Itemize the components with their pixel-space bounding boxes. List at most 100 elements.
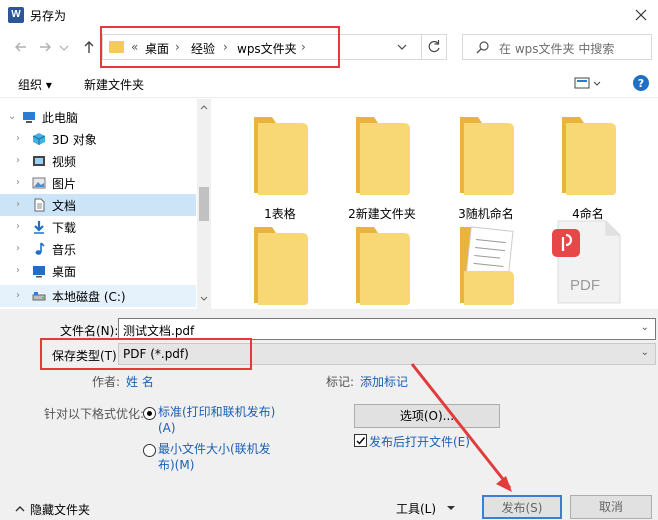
music-icon	[35, 242, 45, 255]
chevron-right-icon[interactable]: ›	[16, 177, 20, 188]
folder-icon	[562, 117, 616, 195]
caret-down-icon	[447, 506, 455, 510]
file-item-folder[interactable]: 3随机命名	[434, 109, 538, 221]
open-after-publish-checkbox[interactable]	[354, 434, 367, 447]
computer-icon	[23, 112, 35, 123]
search-icon	[475, 40, 491, 56]
sidebar-item-label: 桌面	[52, 265, 77, 279]
forward-button[interactable]	[36, 38, 54, 56]
organize-button[interactable]: 组织 ▾	[18, 76, 52, 93]
video-icon	[33, 156, 45, 166]
sidebar-item-desktop[interactable]: › 桌面	[0, 260, 196, 282]
filetype-highlight-box	[40, 338, 252, 370]
sidebar-item-documents[interactable]: › 文档	[0, 194, 196, 216]
chevron-down-icon[interactable]: ⌄	[8, 111, 16, 122]
open-after-publish-label[interactable]: 发布后打开文件(E)	[369, 433, 470, 450]
folder-icon	[356, 117, 410, 195]
scroll-up-icon	[200, 105, 208, 110]
file-item-folder[interactable]: 4命名	[536, 109, 640, 221]
publish-button[interactable]: 发布(S)	[482, 495, 562, 519]
view-details-icon	[574, 77, 601, 89]
add-tags-link[interactable]: 添加标记	[360, 373, 408, 390]
chevron-right-icon[interactable]: ›	[16, 155, 20, 166]
chevron-right-icon[interactable]: ›	[16, 265, 20, 276]
sidebar-item-pictures[interactable]: › 图片	[0, 172, 196, 194]
drive-icon	[32, 292, 46, 301]
tags-label: 标记:	[326, 375, 355, 389]
author-label: 作者:	[92, 375, 121, 389]
arrow-left-icon	[15, 42, 26, 52]
search-box[interactable]: 在 wps文件夹 中搜索	[462, 34, 652, 60]
sidebar-item-label: 音乐	[52, 243, 77, 257]
filename-label: 文件名(N):	[60, 324, 119, 338]
navigation-pane: ⌄ 此电脑 › 3D 对象 › 视频 › 图片 › 文档 › 下载 › 音乐 ›…	[0, 99, 212, 309]
chevron-right-icon[interactable]: ›	[16, 133, 20, 144]
new-folder-button[interactable]: 新建文件夹	[84, 76, 144, 93]
chevron-up-icon	[15, 506, 25, 512]
file-item-folder-with-document[interactable]	[434, 219, 538, 309]
up-button[interactable]	[80, 38, 98, 56]
chevron-right-icon[interactable]: ›	[16, 199, 20, 210]
sidebar-item-3d-objects[interactable]: › 3D 对象	[0, 128, 196, 150]
sidebar-item-downloads[interactable]: › 下载	[0, 216, 196, 238]
toolbar: 组织 ▾ 新建文件夹 ?	[0, 68, 658, 98]
help-icon: ?	[633, 75, 649, 91]
filename-input[interactable]: 测试文档.pdf ⌄	[118, 318, 656, 340]
chevron-down-icon[interactable]: ⌄	[641, 347, 649, 358]
filename-value: 测试文档.pdf	[123, 324, 195, 338]
wps-app-icon: W	[8, 7, 24, 23]
sidebar-scroll-thumb[interactable]	[199, 187, 209, 221]
chevron-right-icon[interactable]: ›	[16, 221, 20, 232]
chevron-right-icon[interactable]: ›	[16, 243, 20, 254]
folder-icon	[460, 117, 514, 195]
optimize-minimum-radio[interactable]	[143, 444, 156, 457]
sidebar-item-local-disk-c[interactable]: › 本地磁盘 (C:)	[0, 285, 196, 307]
author-value[interactable]: 姓 名	[126, 373, 154, 390]
tools-label: 工具(L)	[396, 502, 437, 516]
refresh-button[interactable]	[421, 34, 447, 60]
window-title: 另存为	[30, 9, 67, 23]
pdf-badge-text: PDF	[570, 277, 600, 294]
file-item-folder[interactable]: 2新建文件夹	[330, 109, 434, 221]
scroll-down-icon	[200, 296, 208, 301]
optimize-standard-label[interactable]: 标准(打印和联机发布) (A)	[158, 404, 275, 436]
sidebar-item-label: 文档	[52, 199, 77, 213]
optimize-minimum-label[interactable]: 最小文件大小(联机发 布)(M)	[158, 441, 271, 473]
recent-locations-button[interactable]	[58, 38, 70, 56]
arrow-up-icon	[84, 41, 94, 53]
file-item-pdf[interactable]: PDF	[536, 219, 640, 309]
sidebar-item-this-pc[interactable]: ⌄ 此电脑	[0, 106, 196, 128]
address-dropdown-button[interactable]	[395, 39, 409, 55]
option-line: 标准(打印和联机发布)	[158, 405, 276, 419]
folder-icon	[254, 227, 308, 305]
option-line: 最小文件大小(联机发	[158, 442, 271, 456]
hide-folders-label: 隐藏文件夹	[30, 503, 91, 517]
folder-document-icon	[460, 226, 514, 305]
cancel-button[interactable]: 取消	[570, 495, 652, 519]
chevron-down-icon	[397, 44, 407, 50]
file-item-folder[interactable]: 1表格	[228, 109, 332, 221]
cube-3d-icon	[32, 133, 46, 145]
optimize-label: 针对以下格式优化:	[44, 407, 145, 421]
optimize-standard-radio[interactable]	[143, 407, 156, 420]
pdf-file-icon	[552, 220, 621, 304]
back-button[interactable]	[12, 38, 30, 56]
tools-button[interactable]: 工具(L)	[396, 498, 466, 518]
search-placeholder: 在 wps文件夹 中搜索	[499, 42, 615, 56]
sidebar-item-music[interactable]: › 音乐	[0, 238, 196, 260]
file-item-folder[interactable]	[228, 219, 332, 309]
chevron-right-icon[interactable]: ›	[16, 290, 20, 301]
view-toggle-button[interactable]	[574, 75, 604, 91]
options-button[interactable]: 选项(O)...	[354, 404, 500, 428]
chevron-down-icon[interactable]: ⌄	[641, 322, 649, 333]
file-item-folder[interactable]	[330, 219, 434, 309]
sidebar-item-label: 下载	[52, 221, 77, 235]
arrow-right-icon	[40, 42, 51, 52]
sidebar-item-label: 视频	[52, 155, 77, 169]
close-button[interactable]	[630, 4, 652, 26]
option-line: (A)	[158, 421, 176, 435]
folder-icon	[254, 117, 308, 195]
help-button[interactable]: ?	[632, 74, 650, 92]
close-icon	[635, 9, 647, 21]
sidebar-item-videos[interactable]: › 视频	[0, 150, 196, 172]
